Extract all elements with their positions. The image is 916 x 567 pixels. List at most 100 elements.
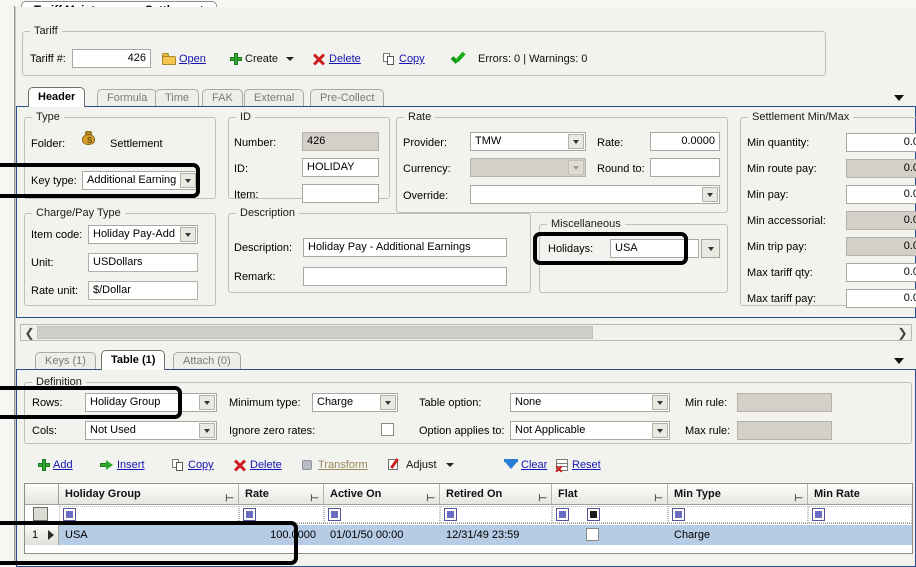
grid-copy-label: Copy (188, 459, 214, 471)
tab-pre-collect[interactable]: Pre-Collect (310, 89, 384, 107)
create-button[interactable]: Create (230, 50, 294, 68)
holidays-input[interactable]: USA (610, 239, 699, 258)
filter-icon-flat[interactable] (556, 508, 569, 521)
application-window: Tariff Maintenance - Settlement Tariff T… (0, 0, 916, 567)
scroll-left-arrow-icon[interactable]: ❮ (22, 325, 37, 340)
tab-formula[interactable]: Formula (97, 89, 157, 107)
column-header-flat[interactable]: Flat⊢ (552, 484, 668, 504)
cell-flat-checkbox[interactable] (586, 528, 599, 541)
option-applies-to-chevron-down-icon[interactable] (652, 423, 668, 438)
cell-rate[interactable]: 100.0000 (239, 525, 324, 545)
grid-copy-button[interactable]: Copy (172, 456, 214, 474)
cell-active-on[interactable]: 01/01/50 00:00 (324, 525, 440, 545)
column-header-rate[interactable]: Rate⊢ (239, 484, 324, 504)
scroll-right-arrow-icon[interactable]: ❯ (895, 325, 910, 340)
filter-icon-min-rate[interactable] (812, 508, 825, 521)
grid-delete-button[interactable]: Delete (234, 456, 282, 474)
key-type-dropdown[interactable]: Additional Earning (82, 171, 198, 190)
max-tariff-qty-input[interactable]: 0.0 (846, 263, 916, 282)
filter-cell-flat[interactable] (552, 506, 668, 523)
tab-time[interactable]: Time (155, 89, 199, 107)
table-option-chevron-down-icon[interactable] (652, 395, 668, 410)
filter-cell-holiday-group[interactable] (59, 506, 239, 523)
override-dropdown[interactable] (470, 185, 720, 204)
filter-icon-holiday-group[interactable] (63, 508, 76, 521)
minimum-type-dropdown[interactable]: Charge (312, 393, 398, 412)
grid-insert-button[interactable]: Insert (100, 456, 145, 474)
column-header-retired-on[interactable]: Retired On⊢ (440, 484, 552, 504)
column-header-holiday-group[interactable]: Holiday Group⊢ (59, 484, 239, 504)
ignore-zero-rates-checkbox[interactable] (381, 423, 394, 436)
select-all-checkbox[interactable] (33, 507, 48, 521)
filter-icon-rate[interactable] (243, 508, 256, 521)
item-code-chevron-down-icon[interactable] (180, 227, 196, 242)
tab-attach[interactable]: Attach (0) (173, 352, 241, 370)
holidays-chevron-down-icon[interactable] (701, 239, 720, 258)
option-applies-to-dropdown[interactable]: Not Applicable (510, 421, 670, 440)
grid-reset-button[interactable]: Reset (556, 456, 601, 474)
filter-icon-active-on[interactable] (328, 508, 341, 521)
row-header[interactable]: 1 (25, 525, 59, 545)
grid-clear-button[interactable]: Clear (504, 456, 547, 474)
round-to-input[interactable] (650, 158, 720, 177)
rows-dropdown[interactable]: Holiday Group (85, 393, 217, 412)
scrollbar-thumb[interactable] (37, 326, 593, 339)
rates-grid[interactable]: Holiday Group⊢ Rate⊢ Active On⊢ Retired … (24, 483, 913, 554)
override-chevron-down-icon[interactable] (702, 187, 718, 202)
grid-filter-row[interactable] (25, 505, 912, 524)
tab-fak[interactable]: FAK (202, 89, 243, 107)
filter-icon-min-type[interactable] (672, 508, 685, 521)
tab-header[interactable]: Header (28, 87, 85, 107)
tab-table[interactable]: Table (1) (101, 350, 165, 370)
max-tariff-pay-label: Max tariff pay: (747, 293, 816, 305)
id-input[interactable]: HOLIDAY (302, 158, 379, 177)
min-pay-input[interactable]: 0.0 (846, 185, 916, 204)
filter-cell-min-type[interactable] (668, 506, 808, 523)
max-tariff-pay-input[interactable]: 0.0 (846, 289, 916, 308)
rows-chevron-down-icon[interactable] (199, 395, 215, 410)
column-header-active-on[interactable]: Active On⊢ (324, 484, 440, 504)
money-bag-icon: S (81, 131, 96, 145)
currency-label: Currency: (403, 163, 451, 175)
grid-adjust-button[interactable]: Adjust (388, 456, 454, 474)
lower-tabs-overflow-button[interactable] (892, 354, 906, 368)
cols-chevron-down-icon[interactable] (199, 423, 215, 438)
column-header-min-rate[interactable]: Min Rate (808, 484, 912, 504)
cell-retired-on[interactable]: 12/31/49 23:59 (440, 525, 552, 545)
plus-icon (38, 459, 50, 471)
provider-dropdown[interactable]: TMW (470, 132, 586, 151)
copy-button[interactable]: Copy (383, 50, 425, 68)
delete-button[interactable]: Delete (313, 50, 361, 68)
cell-min-type[interactable]: Charge (668, 525, 808, 545)
plus-icon (230, 53, 242, 65)
table-option-dropdown[interactable]: None (510, 393, 670, 412)
minimum-type-chevron-down-icon[interactable] (380, 395, 396, 410)
cols-dropdown[interactable]: Not Used (85, 421, 217, 440)
tab-keys[interactable]: Keys (1) (35, 352, 96, 370)
provider-chevron-down-icon[interactable] (568, 134, 584, 149)
grid-delete-label: Delete (250, 459, 282, 471)
filter-flat-state-icon[interactable] (587, 508, 600, 521)
adjust-dropdown-caret-icon[interactable] (446, 463, 454, 467)
key-type-chevron-down-icon[interactable] (180, 173, 196, 188)
grid-add-button[interactable]: Add (38, 456, 73, 474)
remark-input[interactable] (303, 267, 507, 286)
cell-min-rate[interactable] (808, 525, 912, 545)
min-quantity-input[interactable]: 0.0 (846, 133, 916, 152)
item-input[interactable] (302, 184, 379, 203)
cell-holiday-group[interactable]: USA (59, 525, 239, 545)
open-button[interactable]: Open (162, 50, 206, 68)
filter-icon-retired-on[interactable] (444, 508, 457, 521)
filter-cell-active-on[interactable] (324, 506, 440, 523)
main-tabs-overflow-button[interactable] (892, 91, 906, 105)
item-code-dropdown[interactable]: Holiday Pay-Add (88, 225, 198, 244)
header-horizontal-scrollbar[interactable]: ❮ ❯ (20, 324, 912, 341)
unit-value: USDollars (88, 253, 198, 272)
tab-external[interactable]: External (244, 89, 304, 107)
tariff-number-input[interactable]: 426 (72, 49, 151, 68)
table-row[interactable]: 1 USA 100.0000 01/01/50 00:00 12/31/49 2… (25, 525, 912, 545)
create-dropdown-caret-icon[interactable] (286, 57, 294, 61)
description-input[interactable]: Holiday Pay - Additional Earnings (303, 238, 507, 257)
rate-input[interactable]: 0.0000 (650, 132, 720, 151)
column-header-min-type[interactable]: Min Type⊢ (668, 484, 808, 504)
